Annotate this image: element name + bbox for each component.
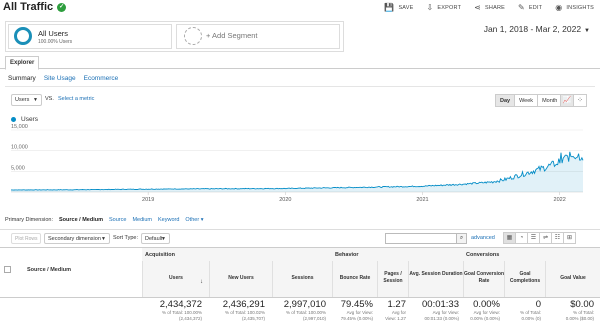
secondary-dimension-select[interactable]: Secondary dimension ▼ [44,233,110,244]
advanced-filter-link[interactable]: advanced [471,235,495,241]
verified-check-icon: ✓ [57,2,67,12]
y-tick-label: 15,000 [11,124,28,130]
total-goal-completions: 0% of Total: 0.00% (0) [520,299,541,321]
pivot-icon[interactable]: ⊞ [563,232,576,244]
share-button[interactable]: ⋖ SHARE [474,3,505,12]
col-bounce-rate[interactable]: Bounce Rate [332,261,377,298]
granularity-month[interactable]: Month [537,94,563,107]
users-area [11,151,583,192]
line-chart-icon[interactable]: 📈 [560,94,574,107]
x-tick-label: 2019 [142,197,154,203]
chevron-down-icon: ▼ [584,28,590,34]
edit-icon: ✎ [518,3,525,12]
explorer-subnav: Summary Site Usage Ecommerce [8,75,118,82]
col-goal-completions[interactable]: Goal Completions [504,261,545,298]
dimension-keyword[interactable]: Keyword [158,217,179,223]
dimension-header[interactable]: Source / Medium [27,267,71,273]
total-goal-value: $0.00% of Total: 0.00% ($0.00) [565,299,594,321]
share-icon: ⋖ [474,3,482,12]
chevron-down-icon: ▼ [101,236,106,242]
users-line-chart: 15,000 10,000 5,000 2019 2020 2021 2022 [11,124,584,203]
sort-type-label: Sort Type: [113,235,138,241]
total-bounce-rate: 79.45% Avg for View: 79.45% (0.00%) [340,299,373,321]
save-icon: 💾 [384,3,395,12]
dimension-source[interactable]: Source [109,217,126,223]
dimension-medium[interactable]: Medium [132,217,152,223]
dimension-other[interactable]: Other ▾ [185,217,203,223]
x-tick-label: 2022 [554,197,566,203]
granularity-week[interactable]: Week [514,94,539,107]
y-tick-label: 10,000 [11,145,28,151]
sort-type-select[interactable]: Default ▼ [141,233,170,244]
y-tick-label: 5,000 [11,165,25,171]
chevron-down-icon: ▼ [161,236,166,242]
group-conversions: Conversions [466,252,500,258]
dimension-source-medium[interactable]: Source / Medium [59,217,103,223]
tab-strip [0,56,600,69]
add-segment-icon [184,27,202,45]
x-tick-label: 2020 [279,197,291,203]
primary-dimension-bar: Primary Dimension: Source / Medium Sourc… [5,217,203,223]
total-sessions: 2,997,010% of Total: 100.00% (2,997,010) [283,299,326,321]
insights-button[interactable]: ◉ INSIGHTS [555,3,594,12]
search-icon[interactable]: ⌕ [456,233,467,244]
primary-dimension-label: Primary Dimension: [5,217,53,223]
subnav-site-usage[interactable]: Site Usage [44,75,76,82]
subnav-ecommerce[interactable]: Ecommerce [84,75,119,82]
col-goal-value[interactable]: Goal Value [545,261,600,298]
sort-down-icon: ↓ [200,279,203,285]
granularity-toggle: Day Week Month [495,94,563,107]
divider [5,86,595,87]
col-avg-session-duration[interactable]: Avg. Session Duration [408,261,463,298]
segment-name: All Users [38,29,69,38]
report-title: All Traffic ✓ [3,1,67,13]
table-view-toggle: ▦ ◔ ☰ ⇌ ☷ ⊞ [503,232,576,244]
select-metric-link[interactable]: Select a metric [58,96,94,102]
col-pages-session[interactable]: Pages / Session [377,261,408,298]
col-sessions[interactable]: Sessions [272,261,332,298]
group-behavior: Behavior [335,252,359,258]
segment-subtitle: 100.00% Users [38,39,73,45]
vs-label: VS. [45,96,54,102]
subnav-summary[interactable]: Summary [8,75,36,82]
total-avg-session-duration: 00:01:33 Avg for View: 00:01:33 (0.00%) [422,299,459,321]
chevron-down-icon: ▾ [200,217,204,223]
save-button[interactable]: 💾 SAVE [384,3,413,12]
group-acquisition: Acquisition [145,252,175,258]
granularity-day[interactable]: Day [495,94,516,107]
total-new-users: 2,436,291% of Total: 100.02% (2,435,707) [222,299,265,321]
motion-chart-icon[interactable]: ⁘ [573,94,587,107]
metric-select[interactable]: Users ▼ [11,94,42,106]
col-new-users[interactable]: New Users [209,261,272,298]
report-actions: 💾 SAVE ⇩ EXPORT ⋖ SHARE ✎ EDIT ◉ INSIGHTS [384,3,594,12]
tab-explorer[interactable]: Explorer [5,56,40,70]
export-icon: ⇩ [426,3,434,12]
report-title-text: All Traffic [3,1,54,13]
col-goal-conversion-rate[interactable]: Goal Conversion Rate [463,261,504,298]
col-users[interactable]: Users [142,261,209,298]
table-search-input[interactable] [385,233,467,244]
total-goal-conversion-rate: 0.00% Avg for View: 0.00% (0.00%) [470,299,500,321]
segment-all-users[interactable] [8,24,172,49]
export-button[interactable]: ⇩ EXPORT [427,3,462,12]
total-users: 2,434,372% of Total: 100.00% (2,434,372) [159,299,202,321]
plot-rows-button[interactable]: Plot Rows [11,233,41,244]
chevron-down-icon: ▼ [33,97,38,103]
insights-icon: ◉ [555,3,563,12]
date-range-picker[interactable]: Jan 1, 2018 - Mar 2, 2022 ▼ [484,24,590,34]
total-pages-session: 1.27 Avg for View: 1.27 [385,299,406,321]
select-all-checkbox[interactable] [4,266,11,273]
chart-type-toggle: 📈 ⁘ [560,94,587,107]
edit-button[interactable]: ✎ EDIT [518,3,542,12]
x-tick-label: 2021 [416,197,428,203]
add-segment-label: + Add Segment [206,31,258,40]
segment-ring-icon [14,27,32,45]
